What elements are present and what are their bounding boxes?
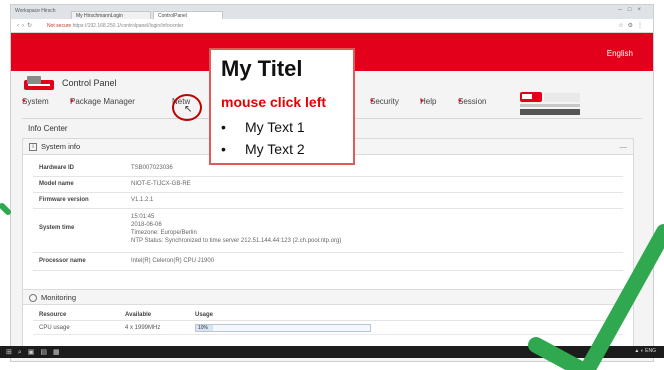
menu-session-label: Session — [458, 97, 487, 106]
system-info-title: System info — [41, 142, 81, 151]
list-item: • My Text 1 — [221, 116, 305, 138]
chevron-down-icon: ▾ — [22, 98, 26, 105]
col-usage: Usage — [195, 312, 214, 318]
nav-buttons[interactable]: ‹›↻ — [17, 22, 35, 29]
os-taskbar: ⊞⌕▣▤▦ ▲ ◐ ENG — [0, 346, 664, 358]
control-panel-logo-icon — [24, 76, 54, 90]
annotation-callout: My Titel mouse click left • My Text 1 • My… — [209, 48, 355, 165]
browser-tab-bar: Workspace Hirsch My HirschmannLogin Cont… — [11, 5, 653, 19]
browser-tab-2[interactable]: ControlPanel — [153, 11, 223, 19]
row-value: NIOT-E-TIJCX-GB-RE — [131, 181, 191, 187]
callout-title: My Titel — [221, 56, 303, 81]
table-row: Firmware version V1.1.2.1 — [33, 193, 623, 209]
row-value: TSB007023036 — [131, 165, 173, 171]
monitoring-table-header: Resource Available Usage — [33, 309, 623, 321]
info-box-icon: i — [29, 143, 37, 151]
bullet-icon: • — [221, 119, 226, 135]
collapse-icon[interactable]: — — [620, 139, 628, 155]
row-label: Firmware version — [39, 197, 89, 203]
brand-logo-icon — [520, 92, 580, 115]
monitor-clock-icon — [29, 294, 37, 302]
table-row: System time 15:01:45 2018-06-06 Timezone… — [33, 209, 623, 253]
system-info-table: Hardware ID TSB007023036 Model name NIOT… — [33, 161, 623, 271]
url-text: https://192.168.250.1/controlpanel/login… — [72, 23, 184, 29]
taskbar-app-icons[interactable]: ⊞⌕▣▤▦ — [6, 348, 66, 357]
row-value: Intel(R) Celeron(R) CPU J1900 — [131, 258, 215, 264]
bullet-text: My Text 1 — [245, 119, 305, 135]
row-value: 15:01:45 2018-06-06 Timezone: Europe/Ber… — [131, 213, 341, 245]
mouse-cursor-icon: ↖ — [184, 104, 193, 115]
row-label: System time — [39, 225, 75, 231]
list-item: • My Text 2 — [221, 138, 305, 160]
row-label: Model name — [39, 181, 74, 187]
edge-mark — [0, 203, 11, 215]
system-tray[interactable]: ▲ ◐ ENG — [634, 348, 656, 354]
row-label: Processor name — [39, 258, 86, 264]
col-available: Available — [125, 312, 152, 318]
resource-available: 4 x 1999MHz — [125, 325, 161, 331]
chevron-down-icon: ▾ — [458, 98, 462, 105]
url-field[interactable]: Not secure https://192.168.250.1/control… — [47, 21, 607, 31]
window-label: Workspace Hirsch — [15, 8, 56, 14]
browser-tools[interactable]: ☆⚙⋮ — [618, 22, 647, 29]
date-value: 2018-06-06 — [131, 222, 162, 228]
bullet-text: My Text 2 — [245, 141, 305, 157]
menu-security-label: Security — [370, 97, 399, 106]
usage-progress-bar: 10% — [195, 324, 371, 332]
app-title: Control Panel — [62, 78, 117, 88]
usage-progress-fill: 10% — [196, 325, 214, 331]
browser-tab-1[interactable]: My HirschmannLogin — [71, 11, 151, 19]
security-warning: Not secure — [47, 23, 72, 29]
table-row: Processor name Intel(R) Celeron(R) CPU J… — [33, 253, 623, 271]
time-value: 15:01:45 — [131, 214, 155, 220]
callout-bullet-list: • My Text 1 • My Text 2 — [221, 116, 305, 160]
timezone-value: Timezone: Europe/Berlin — [131, 230, 197, 236]
row-label: Hardware ID — [39, 165, 75, 171]
row-value: V1.1.2.1 — [131, 197, 154, 203]
chevron-down-icon: ▾ — [70, 98, 74, 105]
menu-package-manager-label: Package Manager — [70, 97, 135, 106]
bullet-icon: • — [221, 141, 226, 157]
language-selector[interactable]: English — [607, 49, 633, 58]
monitoring-table: Resource Available Usage CPU usage 4 x 1… — [33, 309, 623, 335]
menu-system-label: System — [22, 97, 49, 106]
monitoring-title: Monitoring — [41, 293, 77, 302]
chevron-down-icon: ▾ — [370, 98, 374, 105]
table-row: CPU usage 4 x 1999MHz 10% — [33, 321, 623, 335]
resource-name: CPU usage — [39, 325, 70, 331]
window-controls[interactable]: –□× — [619, 7, 647, 13]
callout-subtitle: mouse click left — [221, 94, 327, 110]
ntp-status-value: NTP Status: Synchronized to time server … — [131, 238, 342, 244]
col-resource: Resource — [39, 312, 67, 318]
info-content-panel: i System info — Hardware ID TSB007023036… — [22, 138, 634, 348]
table-row: Model name NIOT-E-TIJCX-GB-RE — [33, 177, 623, 193]
page-title: Info Center — [28, 124, 68, 133]
chevron-down-icon: ▾ — [420, 98, 424, 105]
monitoring-header[interactable]: Monitoring — [23, 289, 633, 305]
address-bar: ‹›↻ Not secure https://192.168.250.1/con… — [11, 19, 653, 33]
